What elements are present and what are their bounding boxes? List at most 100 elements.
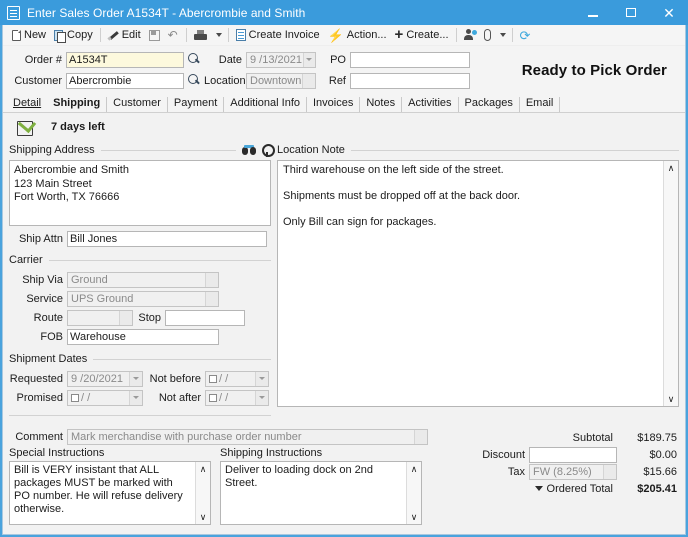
create-invoice-icon [235, 29, 246, 41]
tab-packages[interactable]: Packages [459, 97, 520, 112]
close-button[interactable]: ✕ [650, 0, 688, 25]
not-before-date-input[interactable]: / / [205, 370, 269, 387]
right-panel: Location Note Third warehouse on the lef… [277, 143, 679, 407]
ordered-total-label-wrap[interactable]: Ordered Total [534, 483, 617, 495]
create-invoice-label: Create Invoice [248, 28, 320, 41]
pencil-icon [108, 30, 119, 41]
new-button[interactable]: New [8, 26, 50, 45]
scroll-up-icon[interactable]: ∧ [196, 462, 211, 476]
scroll-down-icon[interactable]: ∨ [407, 510, 422, 524]
add-contact-icon [463, 29, 477, 41]
date-input[interactable]: 9 /13/2021 [246, 51, 316, 68]
tab-detail[interactable]: Detail [9, 97, 47, 112]
location-note-scrollbar[interactable]: ∧ ∨ [663, 161, 678, 406]
service-dropdown-icon[interactable] [205, 291, 218, 306]
customer-input[interactable]: Abercrombie [66, 72, 184, 89]
date-label: Date [218, 53, 242, 66]
po-input[interactable] [350, 51, 470, 68]
tab-shipping[interactable]: Shipping [47, 97, 108, 112]
shipping-address-box[interactable]: Abercrombie and Smith 123 Main Street Fo… [9, 160, 271, 226]
action-menu-button[interactable]: ⚡ Action... [324, 26, 391, 45]
not-after-dropdown-icon[interactable] [255, 390, 268, 405]
promised-row: Promised / / Not after / / [9, 388, 271, 407]
requested-date-input[interactable]: 9 /20/2021 [67, 370, 143, 387]
toolbar-separator [227, 28, 229, 42]
special-instructions-box[interactable]: Bill is VERY insistant that ALL packages… [9, 461, 211, 525]
tab-additional-info[interactable]: Additional Info [224, 97, 307, 112]
scroll-up-icon[interactable]: ∧ [407, 462, 422, 476]
tab-email[interactable]: Email [520, 97, 561, 112]
checkbox-icon[interactable] [209, 374, 217, 383]
location-dropdown-icon[interactable] [302, 73, 315, 88]
left-panel: Shipping Address Abercrombie and Smith 1… [9, 143, 275, 416]
route-dropdown-icon[interactable] [119, 310, 132, 325]
shipping-instructions-box[interactable]: Deliver to loading dock on 2nd Street. ∧… [220, 461, 422, 525]
checkbox-icon[interactable] [209, 393, 217, 402]
scroll-down-icon[interactable]: ∨ [196, 510, 211, 524]
shipping-instructions-scrollbar[interactable]: ∧ ∨ [406, 462, 421, 524]
tab-activities[interactable]: Activities [402, 97, 459, 112]
ref-input[interactable] [350, 72, 470, 89]
tax-input[interactable]: FW (8.25%) [529, 463, 617, 480]
promised-date-value: / / [68, 391, 129, 405]
date-dropdown-icon[interactable] [302, 52, 315, 67]
ship-attn-input[interactable]: Bill Jones [67, 230, 267, 247]
print-button[interactable] [190, 26, 211, 45]
attachment-button[interactable] [480, 26, 495, 45]
promised-dropdown-icon[interactable] [129, 390, 142, 405]
scroll-down-icon[interactable]: ∨ [664, 392, 679, 406]
route-input[interactable] [67, 309, 133, 326]
fob-input[interactable]: Warehouse [67, 328, 219, 345]
discount-label: Discount [482, 448, 525, 461]
tab-customer[interactable]: Customer [107, 97, 168, 112]
days-left-row: 7 days left [3, 113, 685, 141]
requested-date-dropdown-icon[interactable] [129, 371, 142, 386]
binoculars-icon[interactable] [242, 144, 256, 156]
action-menu-label: Action... [346, 28, 387, 41]
not-after-text: / / [219, 391, 229, 404]
map-pin-icon[interactable] [262, 143, 275, 157]
days-left-text: 7 days left [51, 121, 105, 133]
print-dropdown-button[interactable] [211, 26, 225, 45]
stop-label: Stop [138, 311, 161, 324]
checkbox-icon[interactable] [71, 393, 79, 402]
order-search-icon[interactable] [188, 53, 201, 66]
comment-input[interactable]: Mark merchandise with purchase order num… [67, 429, 428, 445]
customer-search-icon[interactable] [188, 74, 201, 87]
attachment-dropdown-button[interactable] [495, 26, 509, 45]
create-menu-button[interactable]: + Create... [391, 26, 453, 45]
location-note-box[interactable]: Third warehouse on the left side of the … [277, 160, 679, 407]
scroll-up-icon[interactable]: ∧ [664, 161, 679, 175]
order-number-input[interactable]: A1534T [66, 51, 184, 68]
minimize-button[interactable] [574, 0, 612, 25]
discount-input[interactable] [529, 446, 617, 463]
tab-notes[interactable]: Notes [360, 97, 403, 112]
tax-dropdown-icon[interactable] [603, 464, 616, 479]
shipping-instructions-text: Deliver to loading dock on 2nd Street. [225, 464, 373, 489]
not-after-date-input[interactable]: / / [205, 389, 269, 406]
create-invoice-button[interactable]: Create Invoice [232, 26, 324, 45]
maximize-button[interactable] [612, 0, 650, 25]
special-instructions-scrollbar[interactable]: ∧ ∨ [195, 462, 210, 524]
comment-dropdown-icon[interactable] [414, 430, 427, 444]
section-divider [100, 149, 236, 151]
not-before-dropdown-icon[interactable] [255, 371, 268, 386]
address-line-3: Fort Worth, TX 76666 [14, 191, 120, 203]
edit-button[interactable]: Edit [104, 26, 145, 45]
copy-button[interactable]: Copy [50, 26, 97, 45]
tab-invoices[interactable]: Invoices [307, 97, 361, 112]
location-label: Location [204, 74, 246, 87]
ordered-total-row: Ordered Total $205.41 [433, 480, 679, 497]
chevron-down-icon[interactable] [534, 486, 543, 491]
add-contact-button[interactable] [460, 26, 480, 45]
stop-input[interactable] [165, 309, 245, 326]
save-button[interactable] [145, 26, 164, 45]
undo-button[interactable]: ↶ [164, 26, 183, 45]
service-input[interactable]: UPS Ground [67, 290, 219, 307]
refresh-button[interactable]: ⟳ [516, 26, 535, 45]
ship-via-input[interactable]: Ground [67, 271, 219, 288]
tab-payment[interactable]: Payment [168, 97, 225, 112]
promised-date-input[interactable]: / / [67, 389, 143, 406]
ship-via-dropdown-icon[interactable] [205, 272, 218, 287]
location-input[interactable]: Downtown [246, 72, 316, 89]
